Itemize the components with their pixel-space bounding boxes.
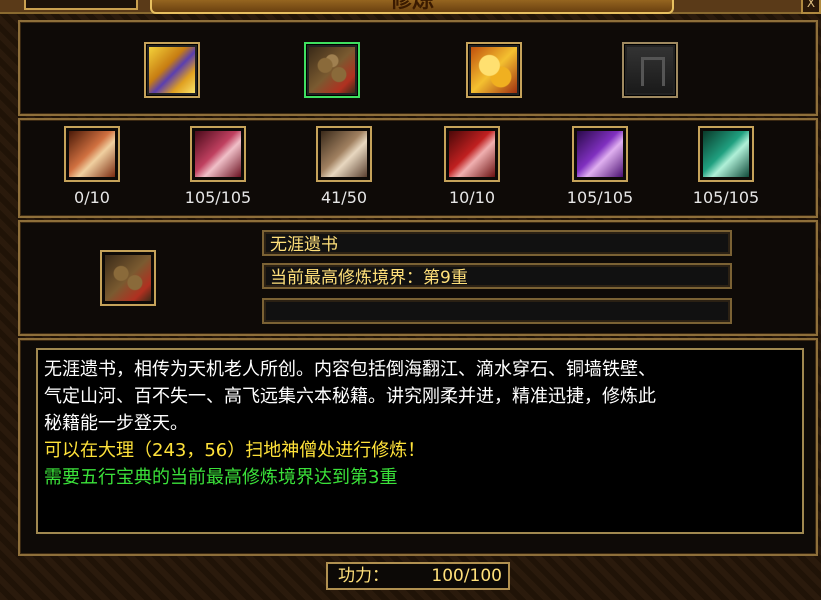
close-button[interactable]: X	[801, 0, 821, 14]
description-line: 秘籍能一步登天。	[44, 413, 188, 434]
description-line: 气定山河、百不失一、高飞远集六本秘籍。讲究刚柔并进，精准迅捷，修炼此	[44, 386, 656, 407]
skill-count: 10/10	[448, 188, 496, 207]
power-value: 100/100	[431, 566, 502, 586]
scroll-teal-icon[interactable]	[698, 126, 754, 182]
power-display: 功力： 100/100	[326, 562, 510, 590]
description-box: 无涯遗书，相传为天机老人所创。内容包括倒海翻江、滴水穿石、铜墙铁壁、 气定山河、…	[36, 348, 804, 534]
skill-count: 0/10	[74, 188, 110, 207]
title-bar: 修炼 X	[0, 0, 821, 14]
scroll-red-icon[interactable]	[444, 126, 500, 182]
window-title: 修炼	[389, 0, 434, 13]
skill-count: 41/50	[320, 188, 368, 207]
realm-field: 当前最高修炼境界：第9重	[262, 263, 732, 289]
selected-book-icon	[100, 250, 156, 306]
scroll-tan-icon[interactable]	[316, 126, 372, 182]
scroll-orange-icon[interactable]	[64, 126, 120, 182]
skill-count: 105/105	[566, 188, 634, 207]
skill-count: 105/105	[184, 188, 252, 207]
scroll-bundle-icon[interactable]	[304, 42, 360, 98]
book-name-field: 无涯遗书	[262, 230, 732, 256]
description-line: 无涯遗书，相传为天机老人所创。内容包括倒海翻江、滴水穿石、铜墙铁壁、	[44, 359, 656, 380]
training-location: 可以在大理（243，56）扫地神僧处进行修炼！	[44, 440, 426, 461]
scroll-pink-icon[interactable]	[190, 126, 246, 182]
gold-treasure-icon[interactable]	[466, 42, 522, 98]
scroll-purple-icon[interactable]	[572, 126, 628, 182]
skill-count: 105/105	[692, 188, 760, 207]
book-panel	[18, 20, 818, 116]
left-tab[interactable]	[24, 0, 138, 10]
title-tab: 修炼	[150, 0, 674, 14]
power-label: 功力：	[338, 566, 389, 586]
training-requirement: 需要五行宝典的当前最高修炼境界达到第3重	[44, 467, 398, 488]
extra-field	[262, 298, 732, 324]
locked-slot-icon	[622, 42, 678, 98]
golden-book-icon[interactable]	[144, 42, 200, 98]
